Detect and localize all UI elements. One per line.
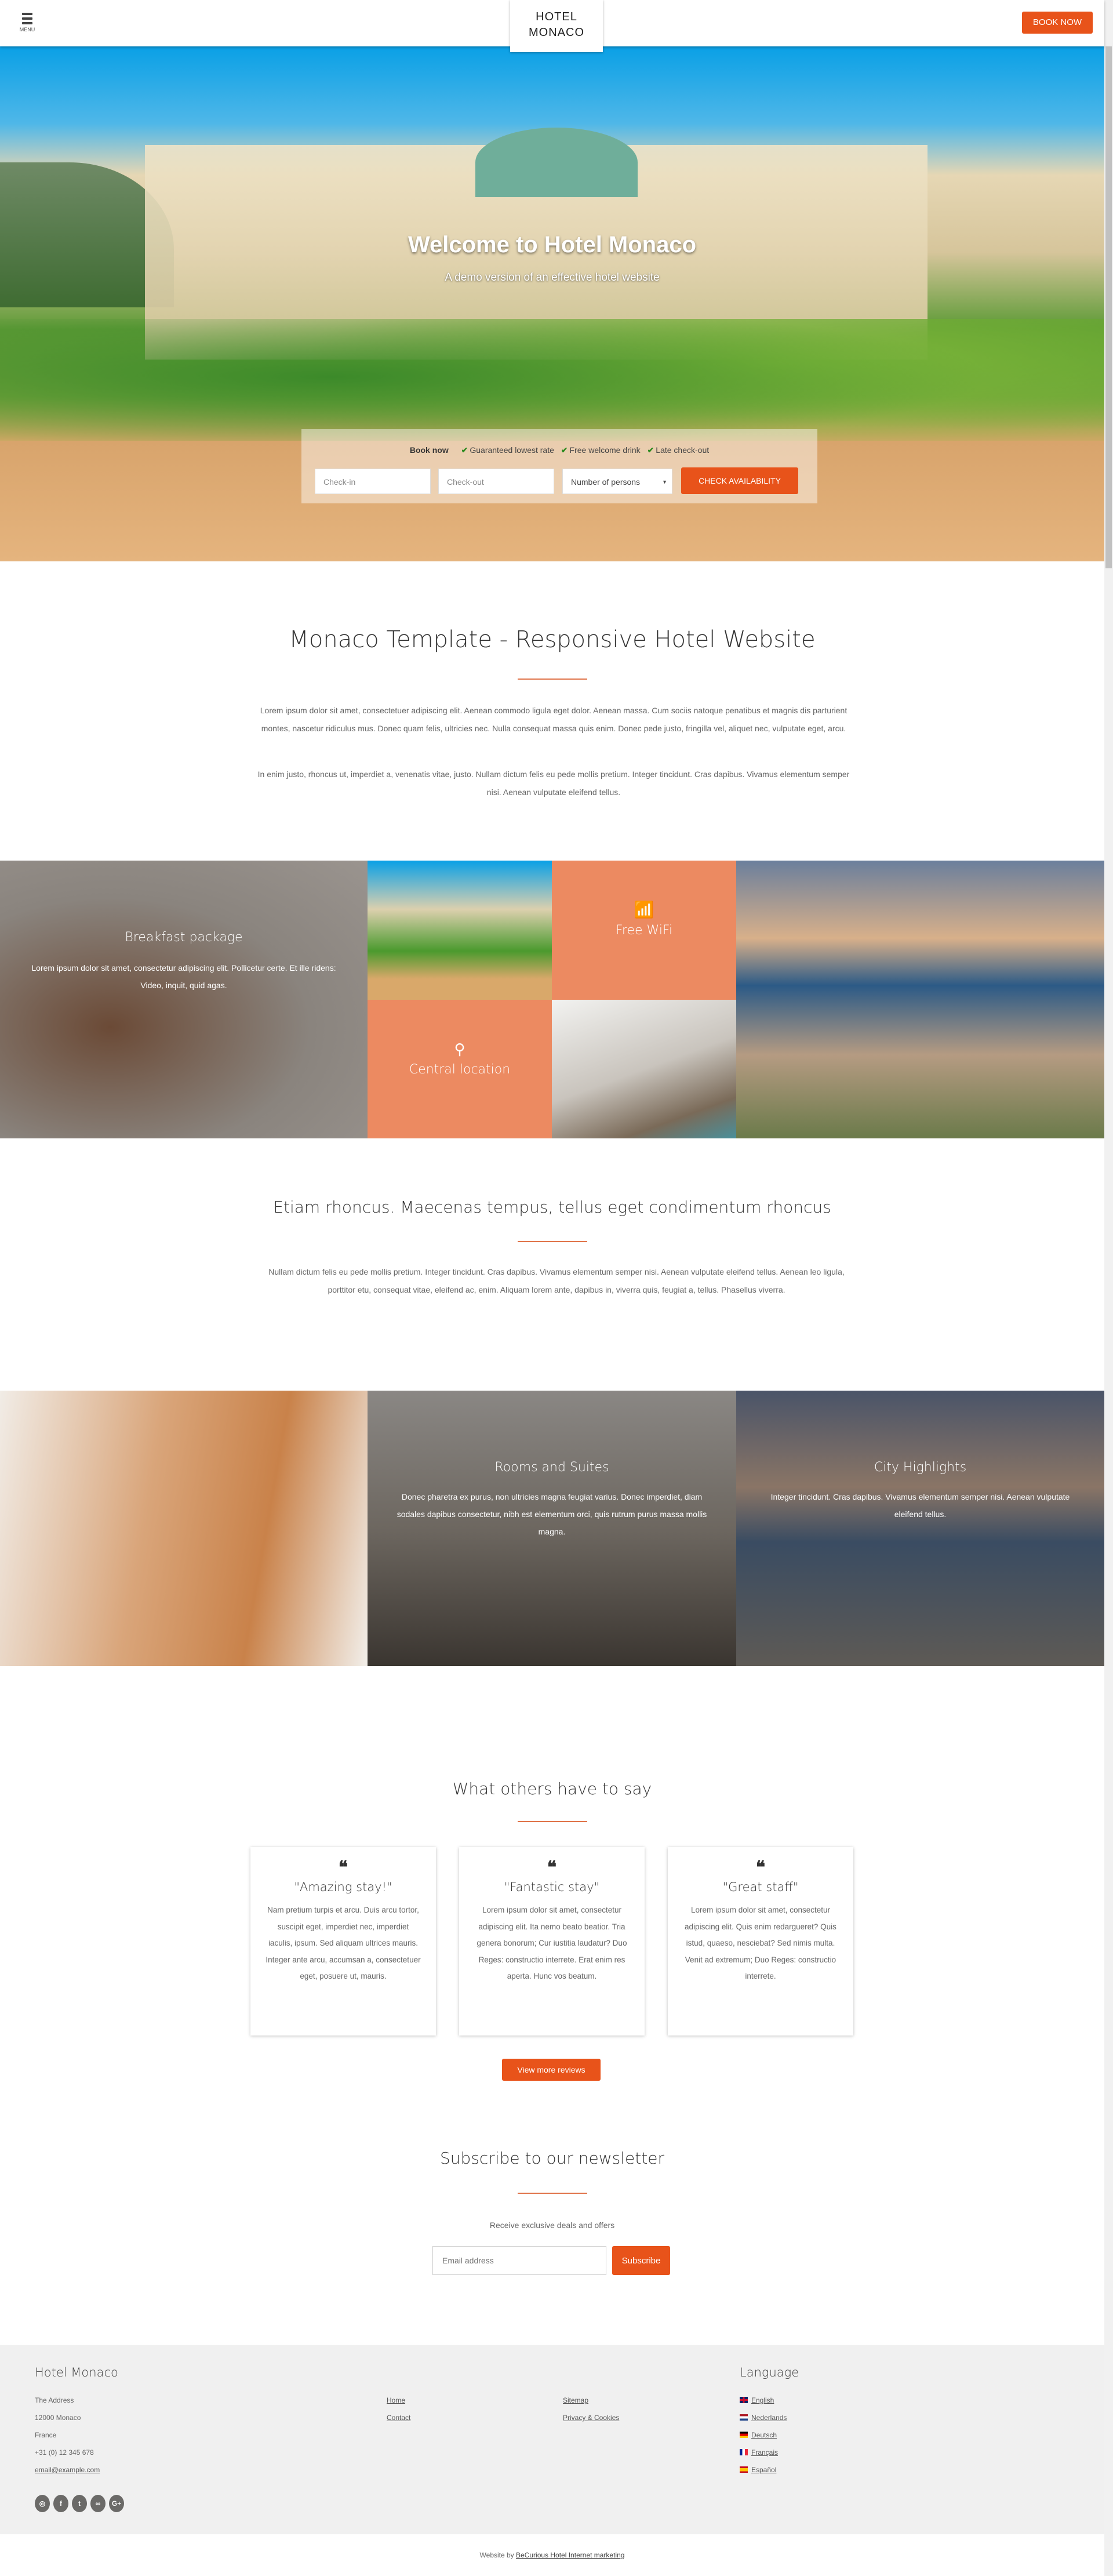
section-title: Etiam rhoncus. Maecenas tempus, tellus e… — [273, 1198, 831, 1217]
nl-flag-icon — [740, 2414, 748, 2421]
spa-tile[interactable] — [0, 1391, 368, 1666]
reviews-title: What others have to say — [452, 1779, 652, 1798]
dropdown-arrow-icon: ▼ — [662, 479, 667, 485]
logo[interactable]: HOTEL MONACO — [510, 0, 603, 52]
footer: Hotel Monaco The Address 12000 Monaco Fran… — [0, 2345, 1104, 2534]
language-title: Language — [740, 2365, 799, 2379]
email-input[interactable] — [432, 2246, 606, 2275]
menu-button[interactable]: MENU — [19, 13, 36, 32]
language-espanol[interactable]: Español — [751, 2466, 776, 2474]
email-link[interactable]: email@example.com — [35, 2466, 100, 2474]
review-card: ❝ "Amazing stay!" Nam pretium turpis et ar… — [250, 1847, 436, 2036]
intro-title: Monaco Template - Responsive Hotel Websi… — [289, 626, 816, 653]
map-pin-icon: ⚲ — [454, 1040, 465, 1058]
city-tile[interactable]: City Highlights Integer tincidunt. Cras … — [736, 1391, 1104, 1666]
divider — [518, 2193, 587, 2194]
fr-flag-icon — [740, 2449, 748, 2455]
google-plus-icon[interactable]: G+ — [109, 2495, 124, 2512]
booking-form: Book now ✔ Guaranteed lowest rate ✔ Free w… — [301, 429, 817, 503]
hero-image: Welcome to Hotel Monaco A demo version o… — [0, 46, 1104, 561]
intro-paragraph: Lorem ipsum dolor sit amet, consectetuer… — [260, 706, 848, 733]
language-francais[interactable]: Français — [751, 2448, 778, 2457]
hamburger-icon — [22, 13, 32, 15]
checkout-input[interactable]: Check-out — [438, 469, 554, 494]
hero-subtitle: A demo version of an effective hotel web… — [445, 271, 660, 284]
check-availability-button[interactable]: CHECK AVAILABILITY — [681, 467, 798, 494]
check-icon: ✔ — [647, 445, 654, 455]
es-flag-icon — [740, 2466, 748, 2473]
review-card: ❝ "Fantastic stay" Lorem ipsum dolor sit a… — [459, 1847, 645, 2036]
persons-select[interactable]: Number of persons ▼ — [562, 469, 672, 494]
uk-flag-icon — [740, 2397, 748, 2403]
newsletter-title: Subscribe to our newsletter — [440, 2149, 664, 2168]
check-icon: ✔ — [461, 445, 468, 455]
quote-icon: ❝ — [338, 1857, 348, 1878]
footer-link-contact[interactable]: Contact — [387, 2414, 410, 2422]
twitter-icon[interactable]: t — [72, 2495, 87, 2512]
de-flag-icon — [740, 2432, 748, 2438]
menu-label: MENU — [19, 27, 35, 32]
language-english[interactable]: English — [751, 2396, 774, 2404]
scrollbar-thumb[interactable] — [1105, 46, 1112, 568]
book-now-button[interactable]: BOOK NOW — [1022, 12, 1093, 34]
language-list: English Nederlands Deutsch Français Espa… — [740, 2392, 787, 2479]
hero-title: Welcome to Hotel Monaco — [408, 232, 697, 257]
section-paragraph: Nullam dictum felis eu pede mollis preti… — [268, 1267, 845, 1294]
wifi-tile: 📶 Free WiFi — [552, 861, 736, 1000]
rooms-tile[interactable]: Rooms and Suites Donec pharetra ex purus… — [368, 1391, 736, 1666]
divider — [518, 679, 587, 680]
view-more-reviews-button[interactable]: View more reviews — [502, 2059, 601, 2081]
booking-perks: Book now ✔ Guaranteed lowest rate ✔ Free w… — [409, 445, 710, 455]
review-card: ❝ "Great staff" Lorem ipsum dolor sit amet… — [668, 1847, 853, 2036]
subscribe-button[interactable]: Subscribe — [612, 2246, 670, 2275]
checkin-input[interactable]: Check-in — [315, 469, 431, 494]
monaco-coast-tile — [736, 861, 1104, 1138]
footer-link-home[interactable]: Home — [387, 2396, 405, 2404]
footer-link-sitemap[interactable]: Sitemap — [563, 2396, 588, 2404]
social-links: ◎ f t ∞ G+ — [35, 2495, 128, 2512]
credit-link[interactable]: BeCurious Hotel Internet marketing — [516, 2551, 624, 2559]
wifi-icon: 📶 — [634, 901, 654, 919]
divider — [518, 1241, 587, 1242]
footer-address: The Address 12000 Monaco France +31 (0) 12 … — [35, 2396, 100, 2474]
tripadvisor-icon[interactable]: ∞ — [90, 2495, 106, 2512]
quote-icon: ❝ — [755, 1857, 766, 1878]
check-icon: ✔ — [561, 445, 568, 455]
language-deutsch[interactable]: Deutsch — [751, 2431, 777, 2439]
language-nederlands[interactable]: Nederlands — [751, 2414, 787, 2422]
newsletter-text: Receive exclusive deals and offers — [489, 2221, 615, 2230]
credit-bar: Website by BeCurious Hotel Internet mark… — [479, 2551, 625, 2559]
divider — [518, 1821, 587, 1822]
hotel-photo-tile — [368, 861, 552, 1000]
facebook-icon[interactable]: f — [53, 2495, 68, 2512]
breakfast-tile[interactable]: Breakfast package Lorem ipsum dolor sit … — [0, 861, 368, 1138]
location-tile: ⚲ Central location — [368, 1000, 552, 1138]
intro-paragraph: In enim justo, rhoncus ut, imperdiet a, … — [257, 770, 850, 797]
footer-link-privacy[interactable]: Privacy & Cookies — [563, 2414, 619, 2422]
instagram-icon[interactable]: ◎ — [35, 2495, 50, 2512]
room-photo-tile — [552, 1000, 736, 1138]
footer-title: Hotel Monaco — [35, 2365, 118, 2379]
quote-icon: ❝ — [547, 1857, 557, 1878]
